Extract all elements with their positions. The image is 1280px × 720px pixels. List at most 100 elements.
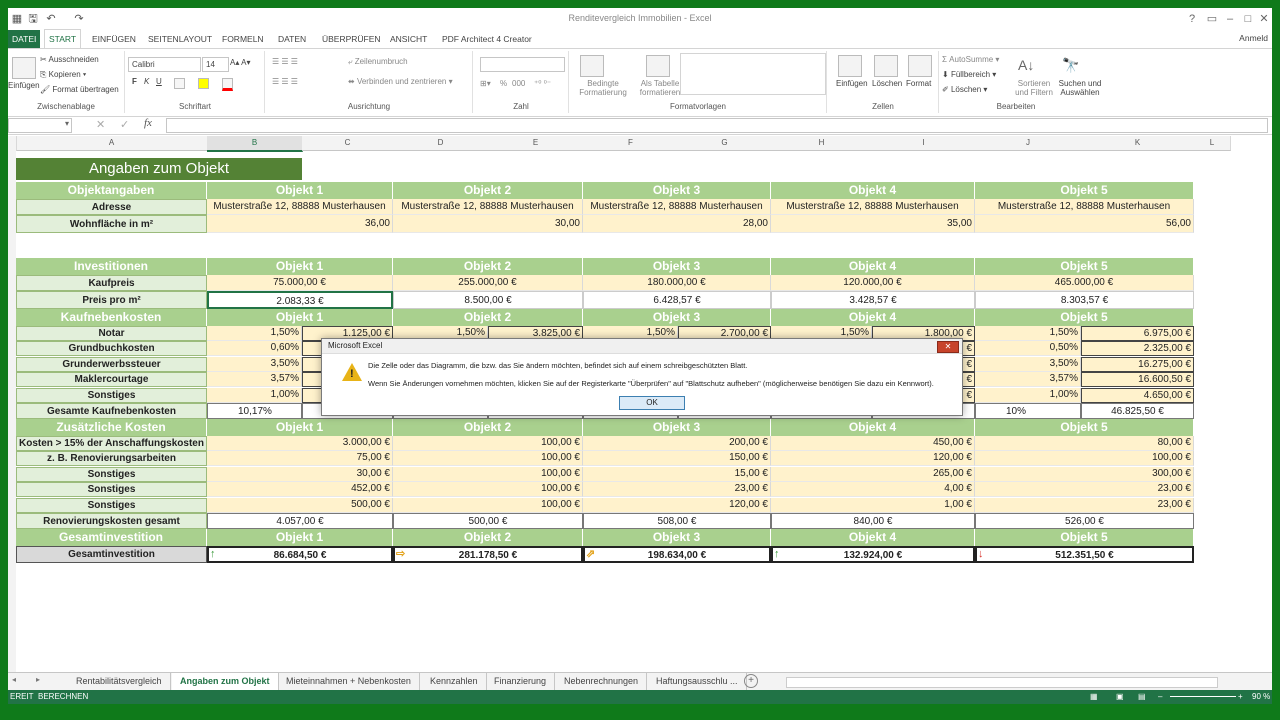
area-cell[interactable]: 35,00 [771, 215, 975, 233]
gesamtinvestition-cell[interactable]: 198.634,00 € [583, 546, 771, 563]
insert-cells-button[interactable]: Einfügen [836, 79, 868, 88]
column-header[interactable]: K [1081, 136, 1195, 151]
normal-view-icon[interactable]: ▦ [1090, 690, 1098, 704]
nebenkosten-label[interactable]: Maklercourtage [16, 372, 207, 388]
merge-center-button[interactable]: ⬌ Verbinden und zentrieren ▾ [348, 77, 453, 86]
object-header[interactable]: Objekt 2 [393, 182, 583, 199]
zusatzkosten-cell[interactable]: 300,00 € [975, 466, 1194, 482]
nebenkosten-percent[interactable]: 3,57% [207, 372, 302, 388]
format-painter-button[interactable]: 🖌 Format übertragen [40, 85, 119, 94]
zusatzkosten-label[interactable]: z. B. Renovierungsarbeiten [16, 451, 207, 467]
address-cell[interactable]: Musterstraße 12, 88888 Musterhausen [583, 199, 771, 215]
percent-button[interactable]: % [500, 79, 507, 88]
nebenkosten-percent[interactable]: 3,50% [207, 356, 302, 372]
renovierung-total-cell[interactable]: 526,00 € [975, 513, 1194, 529]
clear-button[interactable]: ✐ Löschen ▾ [942, 85, 987, 94]
row-header[interactable] [8, 350, 16, 366]
zusatzkosten-cell[interactable]: 23,00 € [975, 497, 1194, 513]
price-per-sqm-cell[interactable]: 2.083,33 € [207, 291, 393, 309]
row-header[interactable] [8, 191, 16, 207]
gesamtinvestition-cell[interactable]: 512.351,50 € [975, 546, 1194, 563]
address-cell[interactable]: Musterstraße 12, 88888 Musterhausen [975, 199, 1194, 215]
zusatzkosten-cell[interactable]: 3.000,00 € [207, 436, 393, 451]
object-header[interactable]: Objekt 3 [583, 182, 771, 199]
sort-filter-button[interactable]: Sortieren und Filtern [1014, 79, 1054, 97]
zusatzkosten-cell[interactable]: 500,00 € [207, 497, 393, 513]
object-header[interactable]: Objekt 4 [771, 419, 975, 436]
zusatzkosten-cell[interactable]: 15,00 € [583, 466, 771, 482]
column-header[interactable]: G [678, 136, 772, 151]
price-cell[interactable]: 465.000,00 € [975, 275, 1194, 291]
decimal-icon[interactable]: ⁺⁰ ⁰⁻ [534, 79, 551, 88]
tab-ueberpruefen[interactable]: ÜBERPRÜFEN [318, 30, 385, 48]
nebenkosten-label[interactable]: Grundbuchkosten [16, 341, 207, 357]
object-header[interactable]: Objekt 2 [393, 419, 583, 436]
name-box[interactable]: ▾ [8, 118, 72, 133]
insert-function-icon[interactable]: fx [144, 117, 152, 129]
column-header[interactable]: F [583, 136, 679, 151]
column-header[interactable]: J [975, 136, 1082, 151]
object-header[interactable]: Objekt 1 [207, 529, 393, 546]
font-color-icon[interactable] [222, 78, 233, 91]
zusatzkosten-cell[interactable]: 4,00 € [771, 482, 975, 498]
ribbon-display-icon[interactable]: ▭ [1204, 11, 1220, 27]
close-icon[interactable]: ✕ [1256, 11, 1272, 27]
page-layout-icon[interactable]: ▣ [1116, 690, 1124, 704]
format-as-table-icon[interactable] [646, 55, 670, 77]
price-per-sqm-cell[interactable]: 3.428,57 € [771, 291, 975, 309]
renovierung-total-cell[interactable]: 508,00 € [583, 513, 771, 529]
page-break-icon[interactable]: ▤ [1138, 690, 1146, 704]
row-header[interactable] [8, 380, 16, 396]
sheet-tab-nebenrechnungen[interactable]: Nebenrechnungen [556, 673, 648, 690]
zusatzkosten-label[interactable]: Kosten > 15% der Anschaffungskosten [16, 436, 207, 451]
zusatzkosten-cell[interactable]: 100,00 € [393, 482, 583, 498]
row-header[interactable] [8, 365, 16, 381]
font-name-select[interactable]: Calibri [128, 57, 201, 72]
row-header[interactable] [8, 520, 16, 537]
zusatzkosten-label[interactable]: Sonstiges [16, 482, 207, 498]
enter-formula-icon[interactable]: ✓ [120, 118, 129, 131]
object-header[interactable]: Objekt 4 [771, 182, 975, 199]
address-cell[interactable]: Musterstraße 12, 88888 Musterhausen [393, 199, 583, 215]
renovierung-total-cell[interactable]: 500,00 € [393, 513, 583, 529]
price-cell[interactable]: 120.000,00 € [771, 275, 975, 291]
zusatzkosten-label[interactable]: Sonstiges [16, 466, 207, 482]
nebenkosten-percent[interactable]: 1,50% [975, 326, 1081, 341]
conditional-format-icon[interactable] [580, 55, 604, 77]
sheet-title[interactable]: Angaben zum Objekt [16, 158, 302, 180]
zusatzkosten-cell[interactable]: 100,00 € [975, 451, 1194, 467]
status-calculate[interactable]: BERECHNEN [38, 690, 88, 704]
wrap-text-button[interactable]: ⤶ Zeilenumbruch [348, 57, 408, 67]
find-select-icon[interactable]: 🔭 [1062, 57, 1079, 74]
nebenkosten-percent[interactable]: 3,50% [975, 356, 1081, 372]
row-header[interactable] [8, 443, 16, 460]
row-header[interactable] [8, 536, 16, 553]
sheet-tab-haftungsausschluss[interactable]: Haftungsausschlu ... [648, 673, 747, 690]
fill-color-icon[interactable] [198, 78, 209, 89]
nebenkosten-total-percent[interactable]: 10% [975, 403, 1081, 419]
nebenkosten-percent[interactable]: 3,57% [975, 372, 1081, 388]
add-sheet-icon[interactable]: + [744, 674, 758, 688]
row-header[interactable] [8, 411, 16, 427]
section-investitionen[interactable]: Investitionen [16, 258, 207, 275]
price-per-sqm-cell[interactable]: 6.428,57 € [583, 291, 771, 309]
gesamtinvestition-cell[interactable]: 281.178,50 € [393, 546, 583, 563]
object-header[interactable]: Objekt 3 [583, 529, 771, 546]
zusatzkosten-cell[interactable]: 100,00 € [393, 451, 583, 467]
renovierung-total-cell[interactable]: 840,00 € [771, 513, 975, 529]
zusatzkosten-cell[interactable]: 150,00 € [583, 451, 771, 467]
delete-cells-button[interactable]: Löschen [872, 79, 902, 88]
nebenkosten-label[interactable]: Sonstiges [16, 387, 207, 403]
object-header[interactable]: Objekt 4 [771, 309, 975, 326]
object-header[interactable]: Objekt 5 [975, 529, 1194, 546]
sheet-tab-kennzahlen[interactable]: Kennzahlen [422, 673, 487, 690]
zusatzkosten-label[interactable]: Sonstiges [16, 497, 207, 513]
select-all-corner[interactable] [8, 136, 17, 151]
nebenkosten-amount[interactable]: 4.650,00 € [1081, 387, 1194, 403]
object-header[interactable]: Objekt 3 [583, 419, 771, 436]
nebenkosten-amount[interactable]: 16.275,00 € [1081, 356, 1194, 372]
object-header[interactable]: Objekt 1 [207, 419, 393, 436]
section-kaufnebenkosten[interactable]: Kaufnebenkosten [16, 309, 207, 326]
nebenkosten-label[interactable]: Notar [16, 326, 207, 341]
italic-button[interactable]: K [144, 77, 149, 86]
